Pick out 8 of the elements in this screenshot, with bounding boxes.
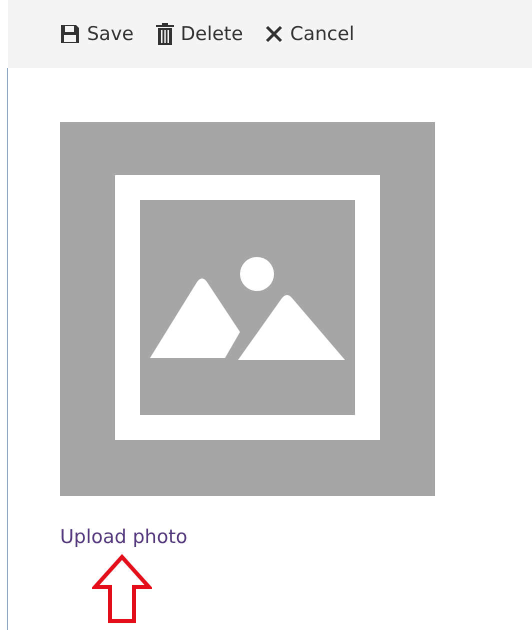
- save-icon: [60, 24, 80, 44]
- up-arrow-drawing: [92, 554, 152, 624]
- upload-photo-link[interactable]: Upload photo: [60, 526, 188, 548]
- trash-icon: [156, 23, 174, 45]
- cancel-button[interactable]: Cancel: [265, 21, 354, 47]
- save-button[interactable]: Save: [60, 21, 134, 47]
- close-icon: [265, 25, 284, 43]
- delete-button[interactable]: Delete: [156, 21, 244, 47]
